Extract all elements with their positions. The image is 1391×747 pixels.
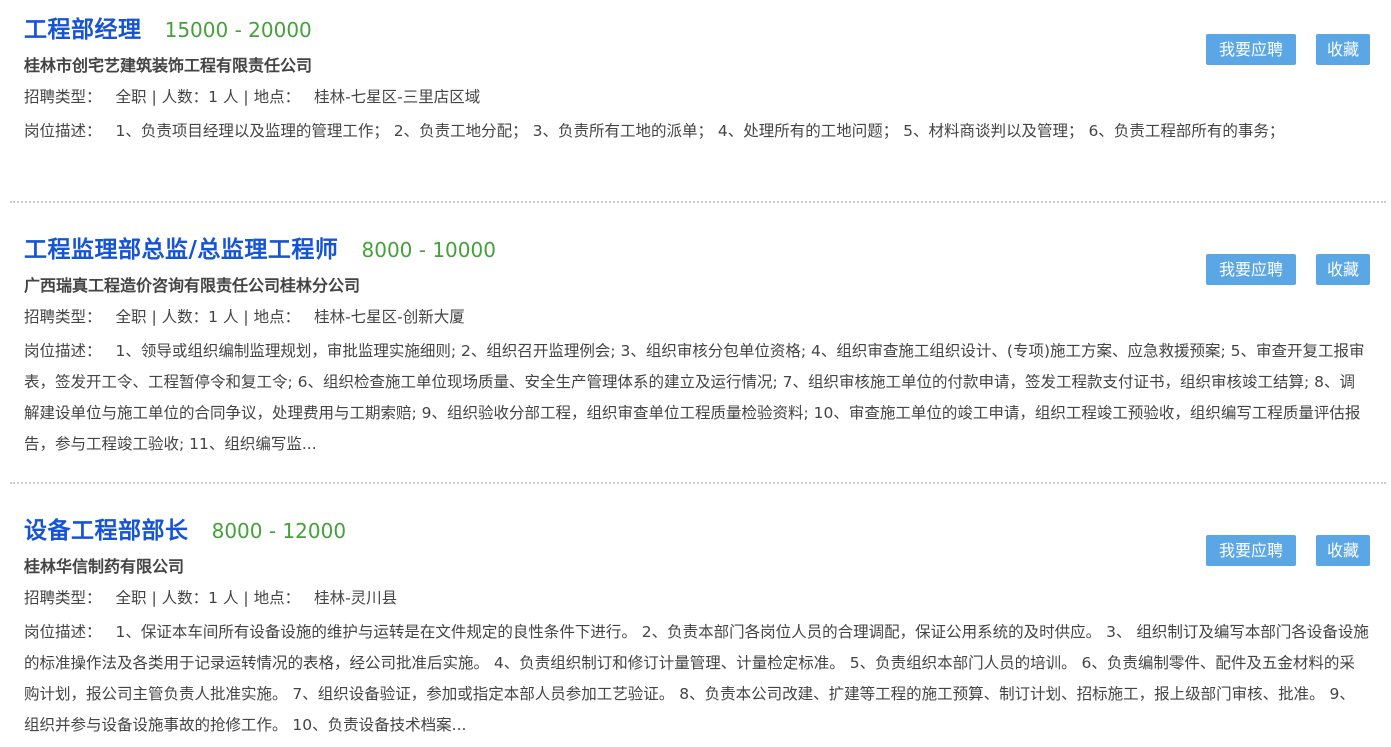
job-title-row: 工程部经理 15000 - 20000 [24, 14, 312, 46]
company-name[interactable]: 广西瑞真工程造价咨询有限责任公司桂林分公司 [24, 272, 360, 296]
headcount: 1 人 [208, 308, 239, 326]
job-description: 岗位描述： 1、负责项目经理以及监理的管理工作； 2、负责工地分配； 3、负责所有… [24, 116, 1369, 147]
desc-label: 岗位描述： [24, 342, 102, 360]
job-description: 岗位描述： 1、保证本车间所有设备设施的维护与运转是在文件规定的良性条件下进行。 … [24, 617, 1369, 741]
job-meta: 招聘类型： 全职 | 人数：1 人 | 地点： 桂林-七星区-创新大厦 [24, 305, 465, 327]
desc-text: 1、负责项目经理以及监理的管理工作； 2、负责工地分配； 3、负责所有工地的派单… [115, 122, 1285, 140]
desc-label: 岗位描述： [24, 122, 102, 140]
job-meta: 招聘类型： 全职 | 人数：1 人 | 地点： 桂林-灵川县 [24, 586, 397, 608]
company-name[interactable]: 桂林市创宅艺建筑装饰工程有限责任公司 [24, 52, 312, 76]
job-description: 岗位描述： 1、领导或组织编制监理规划，审批监理实施细则; 2、组织召开监理例会;… [24, 336, 1369, 460]
desc-label: 岗位描述： [24, 623, 102, 641]
headcount: 1 人 [208, 589, 239, 607]
type-label: 招聘类型： [24, 589, 102, 607]
salary-range: 8000 - 10000 [361, 238, 496, 262]
job-title-link[interactable]: 工程监理部总监/总监理工程师 [24, 237, 338, 263]
desc-text: 1、领导或组织编制监理规划，审批监理实施细则; 2、组织召开监理例会; 3、组织… [24, 342, 1365, 453]
separator: | [151, 589, 157, 607]
job-title-row: 设备工程部部长 8000 - 12000 [24, 515, 346, 547]
favorite-button[interactable]: 收藏 [1316, 34, 1370, 65]
job-location: 桂林-七星区-创新大厦 [314, 308, 465, 326]
count-label: 人数： [161, 589, 209, 607]
divider [10, 482, 1386, 484]
headcount: 1 人 [208, 88, 239, 106]
desc-text: 1、保证本车间所有设备设施的维护与运转是在文件规定的良性条件下进行。 2、负责本… [24, 623, 1369, 734]
favorite-button[interactable]: 收藏 [1316, 254, 1370, 285]
separator: | [243, 308, 249, 326]
count-label: 人数： [161, 88, 209, 106]
job-meta: 招聘类型： 全职 | 人数：1 人 | 地点： 桂林-七星区-三里店区域 [24, 85, 480, 107]
job-title-link[interactable]: 工程部经理 [24, 17, 142, 43]
job-title-link[interactable]: 设备工程部部长 [24, 518, 189, 544]
job-type: 全职 [115, 88, 147, 106]
job-list: 工程部经理 15000 - 20000 桂林市创宅艺建筑装饰工程有限责任公司 招… [0, 0, 1391, 747]
company-name[interactable]: 桂林华信制药有限公司 [24, 553, 184, 577]
apply-button[interactable]: 我要应聘 [1206, 254, 1296, 285]
location-label: 地点： [253, 589, 301, 607]
job-type: 全职 [115, 308, 147, 326]
salary-range: 15000 - 20000 [164, 18, 312, 42]
location-label: 地点： [253, 88, 301, 106]
apply-button[interactable]: 我要应聘 [1206, 34, 1296, 65]
job-type: 全职 [115, 589, 147, 607]
favorite-button[interactable]: 收藏 [1316, 535, 1370, 566]
divider [10, 201, 1386, 203]
apply-button[interactable]: 我要应聘 [1206, 535, 1296, 566]
separator: | [243, 589, 249, 607]
separator: | [243, 88, 249, 106]
salary-range: 8000 - 12000 [211, 519, 347, 543]
job-title-row: 工程监理部总监/总监理工程师 8000 - 10000 [24, 234, 496, 266]
count-label: 人数： [161, 308, 209, 326]
type-label: 招聘类型： [24, 308, 102, 326]
separator: | [151, 308, 157, 326]
job-location: 桂林-七星区-三里店区域 [314, 88, 481, 106]
location-label: 地点： [253, 308, 301, 326]
separator: | [151, 88, 157, 106]
type-label: 招聘类型： [24, 88, 102, 106]
job-location: 桂林-灵川县 [314, 589, 398, 607]
